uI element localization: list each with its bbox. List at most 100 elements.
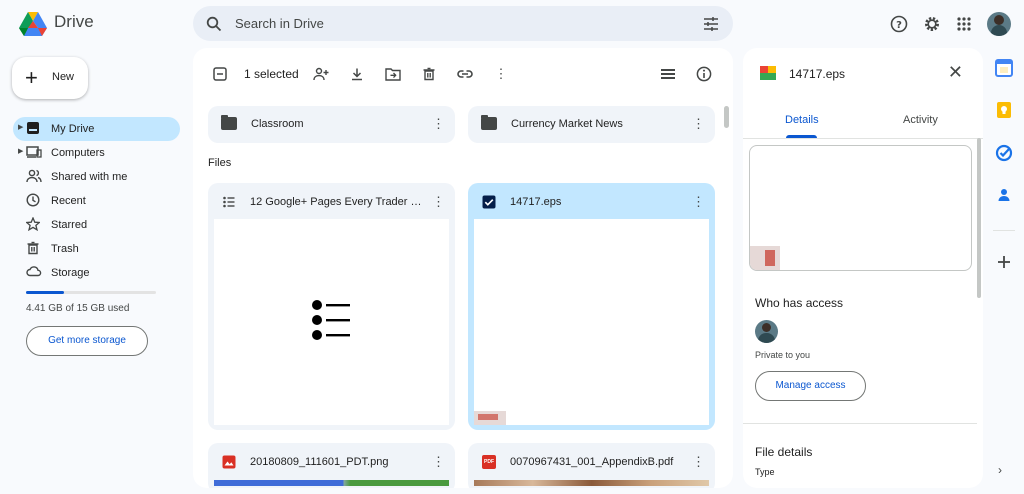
sidebar-item-my-drive[interactable]: ▶ My Drive: [13, 117, 180, 141]
list-doc-icon: [312, 299, 352, 346]
sidebar-item-label: Starred: [51, 219, 88, 231]
clock-icon: [26, 193, 42, 209]
add-addon-icon[interactable]: [995, 253, 1013, 271]
deselect-icon[interactable]: [211, 65, 229, 83]
contacts-icon[interactable]: [995, 186, 1013, 204]
drive-logo[interactable]: [19, 11, 47, 36]
more-options-icon[interactable]: ⋮: [432, 194, 445, 210]
eps-file-icon: [760, 66, 776, 80]
my-drive-icon: [26, 121, 42, 137]
more-actions-icon[interactable]: ⋮: [492, 65, 510, 83]
storage-used-text: 4.41 GB of 15 GB used: [26, 303, 130, 314]
trash-icon[interactable]: [420, 65, 438, 83]
scrollbar[interactable]: [724, 106, 729, 128]
folder-icon: [221, 115, 237, 130]
search-bar[interactable]: Search in Drive: [193, 6, 733, 41]
move-to-folder-icon[interactable]: [384, 65, 402, 83]
file-thumbnail: [474, 219, 709, 425]
more-options-icon[interactable]: ⋮: [692, 194, 705, 210]
expand-caret-icon[interactable]: ▶: [18, 123, 23, 131]
app-title: Drive: [54, 12, 94, 31]
sidebar-item-storage[interactable]: Storage: [13, 261, 180, 285]
manage-access-label: Manage access: [775, 380, 846, 391]
new-button-label: New: [52, 71, 75, 83]
file-details-heading: File details: [755, 445, 813, 459]
get-more-storage-button[interactable]: Get more storage: [26, 326, 148, 356]
private-text: Private to you: [755, 350, 811, 360]
expand-panel-icon[interactable]: ›: [998, 463, 1002, 477]
star-icon: [25, 216, 42, 233]
sidebar-item-trash[interactable]: Trash: [13, 237, 180, 261]
details-file-name: 14717.eps: [789, 67, 846, 81]
tab-activity[interactable]: Activity: [903, 114, 938, 126]
help-icon[interactable]: ?: [889, 14, 909, 34]
tab-details[interactable]: Details: [785, 114, 819, 126]
calendar-icon[interactable]: [995, 59, 1013, 77]
eps-thumbnail-fragment: [474, 411, 506, 425]
sidebar-item-label: Computers: [51, 147, 105, 159]
file-card-selected[interactable]: 14717.eps ⋮: [468, 183, 715, 430]
sidebar-item-recent[interactable]: Recent: [13, 189, 180, 213]
file-card[interactable]: 20180809_111601_PDT.png ⋮: [208, 443, 455, 488]
type-label: Type: [755, 467, 775, 477]
thumbnail-strip: [214, 480, 449, 486]
file-card[interactable]: 12 Google+ Pages Every Trader Sh... ⋮: [208, 183, 455, 430]
svg-text:?: ?: [896, 20, 902, 31]
cloud-icon: [26, 265, 42, 281]
list-doc-icon: [222, 195, 236, 209]
new-button[interactable]: + New: [12, 57, 88, 99]
plus-icon: +: [25, 65, 38, 90]
eps-thumbnail-fragment: [750, 246, 780, 270]
details-panel: 14717.eps ✕ Details Activity Who has acc…: [743, 48, 983, 488]
folder-name: Classroom: [251, 118, 304, 130]
tune-icon[interactable]: [703, 16, 719, 32]
tasks-icon[interactable]: [995, 144, 1013, 162]
folder-card[interactable]: Currency Market News ⋮: [468, 106, 715, 143]
image-file-icon: [222, 455, 236, 474]
more-options-icon[interactable]: ⋮: [432, 454, 445, 470]
sidebar-item-shared[interactable]: Shared with me: [13, 165, 180, 189]
who-has-access-heading: Who has access: [755, 296, 844, 310]
more-options-icon[interactable]: ⋮: [692, 454, 705, 470]
storage-progress-bar: [26, 291, 156, 294]
avatar[interactable]: [987, 12, 1011, 36]
manage-access-button[interactable]: Manage access: [755, 371, 866, 401]
people-icon: [26, 169, 42, 185]
file-card[interactable]: PDF 0070967431_001_AppendixB.pdf ⋮: [468, 443, 715, 488]
more-options-icon[interactable]: ⋮: [432, 116, 445, 132]
file-name: 12 Google+ Pages Every Trader Sh...: [250, 196, 422, 208]
info-icon[interactable]: [695, 65, 713, 83]
apps-grid-icon[interactable]: [954, 14, 974, 34]
close-icon[interactable]: ✕: [948, 62, 963, 83]
divider: [743, 423, 977, 424]
pdf-badge: PDF: [484, 459, 494, 465]
expand-caret-icon[interactable]: ▶: [18, 147, 23, 155]
keep-icon[interactable]: [995, 101, 1013, 119]
link-icon[interactable]: [456, 65, 474, 83]
list-view-icon[interactable]: [659, 65, 677, 83]
files-heading: Files: [208, 157, 232, 169]
file-browser: 1 selected ⋮ Classroom ⋮ Currency Market…: [193, 48, 733, 488]
sidebar-item-label: Recent: [51, 195, 86, 207]
file-thumbnail: [214, 219, 449, 425]
share-icon[interactable]: [312, 65, 330, 83]
selection-count: 1 selected: [244, 67, 299, 81]
owner-avatar[interactable]: [755, 320, 778, 343]
search-icon[interactable]: [206, 16, 222, 32]
download-icon[interactable]: [348, 65, 366, 83]
scrollbar[interactable]: [977, 138, 981, 298]
file-preview[interactable]: [749, 145, 972, 271]
more-options-icon[interactable]: ⋮: [692, 116, 705, 132]
file-name: 20180809_111601_PDT.png: [250, 456, 389, 468]
search-input[interactable]: Search in Drive: [235, 16, 324, 31]
rail-divider: [993, 230, 1015, 231]
sidebar-item-label: Storage: [51, 267, 90, 279]
storage-progress-fill: [26, 291, 65, 294]
sidebar-item-starred[interactable]: Starred: [13, 213, 180, 237]
checkbox-checked-icon[interactable]: [482, 195, 496, 209]
pdf-file-icon: PDF: [482, 455, 496, 469]
sidebar-item-computers[interactable]: ▶ Computers: [13, 141, 180, 165]
settings-icon[interactable]: [922, 14, 942, 34]
folder-card[interactable]: Classroom ⋮: [208, 106, 455, 143]
computer-icon: [26, 145, 42, 161]
